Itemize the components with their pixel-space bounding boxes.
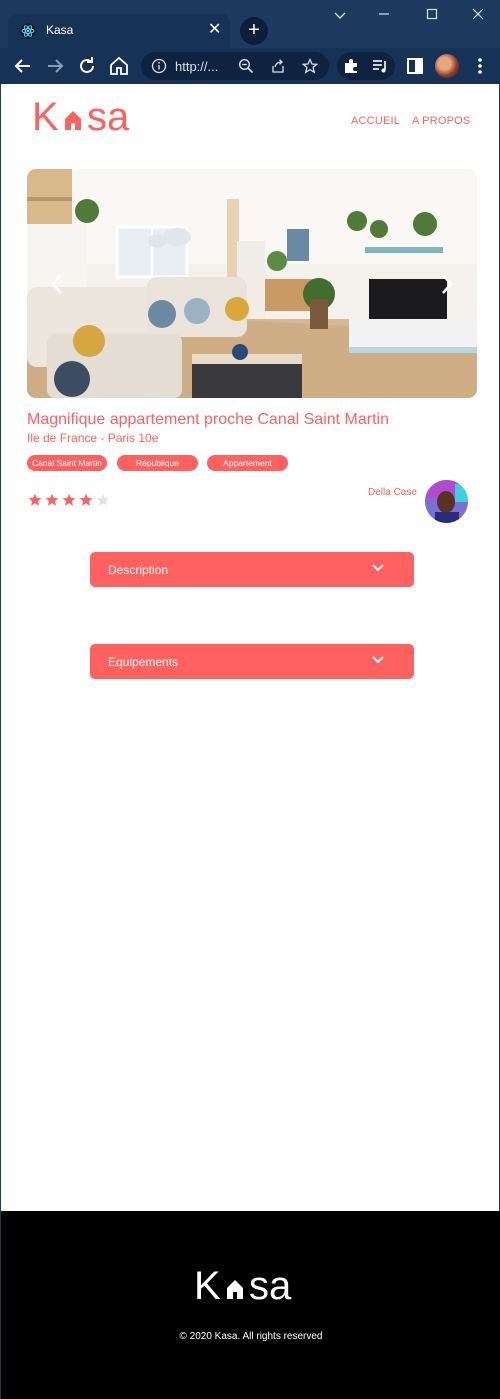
photo-carousel xyxy=(27,169,477,398)
svg-text:K: K xyxy=(194,1265,221,1305)
svg-text:sa: sa xyxy=(249,1265,292,1305)
tab-close-icon[interactable]: ✕ xyxy=(208,20,221,40)
tag-badge: Canal Saint Martin xyxy=(27,455,107,471)
star-empty-icon xyxy=(96,493,110,506)
home-icon[interactable] xyxy=(107,54,131,78)
collapse-label: Description xyxy=(108,563,169,577)
address-bar[interactable]: http://... xyxy=(141,52,329,80)
tag-badge: Appartement xyxy=(207,455,288,471)
minimize-icon[interactable] xyxy=(372,4,396,26)
copyright-text: © 2020 Kasa. All rights reserved xyxy=(179,1331,323,1342)
listing-location: Ile de France - Paris 10e xyxy=(27,431,159,445)
browser-toolbar: http://... xyxy=(0,48,500,84)
address-text: http://... xyxy=(175,59,219,74)
nav-accueil[interactable]: ACCUEIL xyxy=(351,115,400,127)
side-panel-icon[interactable] xyxy=(403,54,427,78)
collapse-label: Equipements xyxy=(108,655,179,669)
chevron-down-icon[interactable] xyxy=(371,653,385,667)
star-filled-icon xyxy=(62,493,76,506)
browser-tab[interactable]: Kasa ✕ xyxy=(8,14,230,48)
tab-title: Kasa xyxy=(46,23,74,37)
carousel-prev-icon[interactable] xyxy=(47,269,67,299)
bookmark-star-icon[interactable] xyxy=(302,58,318,74)
svg-text:sa: sa xyxy=(87,97,130,133)
new-tab-button[interactable]: + xyxy=(240,17,268,45)
info-icon[interactable] xyxy=(151,58,167,74)
media-queue-icon[interactable] xyxy=(371,57,389,75)
host-name: Della Case xyxy=(368,487,417,498)
tag-badge: République xyxy=(117,455,198,471)
back-arrow-icon[interactable] xyxy=(11,54,35,78)
carousel-next-icon[interactable] xyxy=(437,269,457,299)
apartment-photo xyxy=(27,169,477,398)
extensions-area xyxy=(337,52,395,80)
menu-dots-icon[interactable] xyxy=(468,54,492,78)
close-window-icon[interactable] xyxy=(466,4,490,26)
star-filled-icon xyxy=(79,493,93,506)
page: K sa ACCUEIL A PROPOS Magnifique apparte… xyxy=(0,84,500,1399)
share-icon[interactable] xyxy=(270,58,286,74)
browser-window: Kasa ✕ + http://... xyxy=(0,0,500,84)
star-filled-icon xyxy=(28,493,42,506)
svg-text:K: K xyxy=(32,97,59,133)
listing-title: Magnifique appartement proche Canal Sain… xyxy=(27,411,389,428)
profile-avatar[interactable] xyxy=(435,54,459,78)
nav-a-propos[interactable]: A PROPOS xyxy=(412,115,470,127)
collapse-equipements[interactable]: Equipements xyxy=(90,644,414,679)
footer: K sa © 2020 Kasa. All rights reserved xyxy=(1,1211,500,1399)
react-icon xyxy=(20,23,36,39)
kasa-logo[interactable]: K sa xyxy=(32,95,147,139)
collapse-description[interactable]: Description xyxy=(90,552,414,587)
tab-strip: Kasa ✕ + xyxy=(0,0,500,48)
star-filled-icon xyxy=(45,493,59,506)
forward-arrow-icon[interactable] xyxy=(43,54,67,78)
footer-kasa-logo: K sa xyxy=(194,1264,310,1308)
tab-search-icon[interactable] xyxy=(328,4,352,26)
maximize-icon[interactable] xyxy=(420,4,444,26)
zoom-icon[interactable] xyxy=(238,58,254,74)
reload-icon[interactable] xyxy=(75,54,99,78)
chevron-down-icon[interactable] xyxy=(371,561,385,575)
extensions-puzzle-icon[interactable] xyxy=(342,57,360,75)
host-avatar xyxy=(425,480,468,523)
